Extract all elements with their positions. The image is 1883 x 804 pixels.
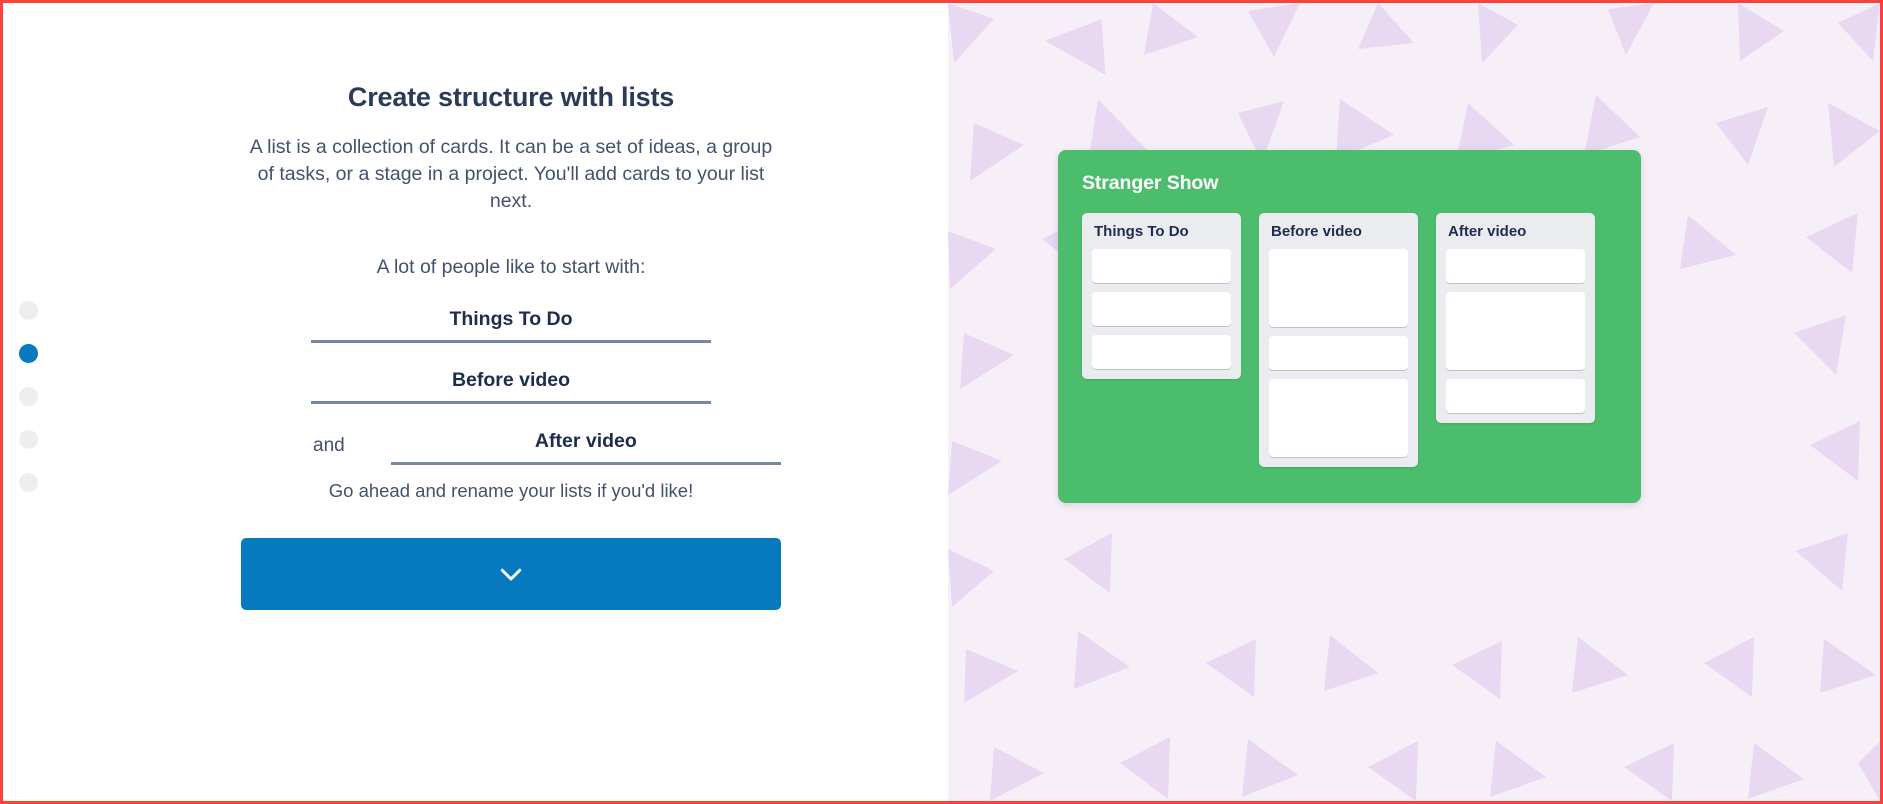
page-title: Create structure with lists	[347, 82, 675, 112]
wizard-subheading: A lot of people like to start with:	[376, 256, 646, 279]
step-dot-2[interactable]	[19, 344, 38, 363]
list-name-input-1[interactable]	[311, 308, 711, 344]
preview-list-title: Things To Do	[1094, 223, 1189, 240]
preview-card	[1446, 379, 1585, 413]
board-preview-panel: Stranger Show Things To Do Before video Af…	[948, 3, 1880, 801]
preview-card	[1446, 249, 1585, 283]
step-dot-4[interactable]	[19, 430, 38, 449]
rename-hint: Go ahead and rename your lists if you'd …	[328, 480, 694, 502]
step-dot-5[interactable]	[19, 473, 38, 492]
next-step-button[interactable]	[241, 538, 781, 611]
preview-list-2: Before video	[1259, 213, 1418, 467]
wizard-panel: Create structure with lists A list is a …	[3, 3, 948, 801]
and-label: and	[313, 435, 345, 457]
preview-list-title: After video	[1448, 223, 1527, 240]
preview-card	[1269, 249, 1408, 327]
preview-list-1: Things To Do	[1082, 213, 1241, 379]
board-lists: Things To Do Before video After video	[1082, 213, 1617, 467]
board-title: Stranger Show	[1082, 172, 1219, 194]
list-name-row-3: and	[241, 430, 781, 466]
preview-list-title: Before video	[1271, 223, 1362, 240]
list-name-input-2[interactable]	[311, 369, 711, 405]
wizard-content: Create structure with lists A list is a …	[241, 81, 781, 611]
preview-card	[1269, 336, 1408, 370]
preview-card	[1269, 379, 1408, 457]
list-name-row-1	[241, 308, 781, 344]
step-dot-1[interactable]	[19, 301, 38, 320]
list-name-input-3[interactable]	[390, 430, 781, 466]
preview-card	[1446, 292, 1585, 370]
onboarding-screen: Create structure with lists A list is a …	[3, 3, 1880, 801]
step-dot-3[interactable]	[19, 387, 38, 406]
list-name-row-2	[241, 369, 781, 405]
step-indicator	[19, 301, 38, 492]
preview-list-3: After video	[1436, 213, 1595, 423]
wizard-description: A list is a collection of cards. It can …	[249, 135, 773, 212]
list-name-fields: and	[241, 308, 781, 466]
chevron-down-icon	[496, 559, 526, 589]
preview-card	[1092, 249, 1231, 283]
preview-card	[1092, 335, 1231, 369]
preview-card	[1092, 292, 1231, 326]
board-preview: Stranger Show Things To Do Before video Af…	[1058, 150, 1641, 503]
